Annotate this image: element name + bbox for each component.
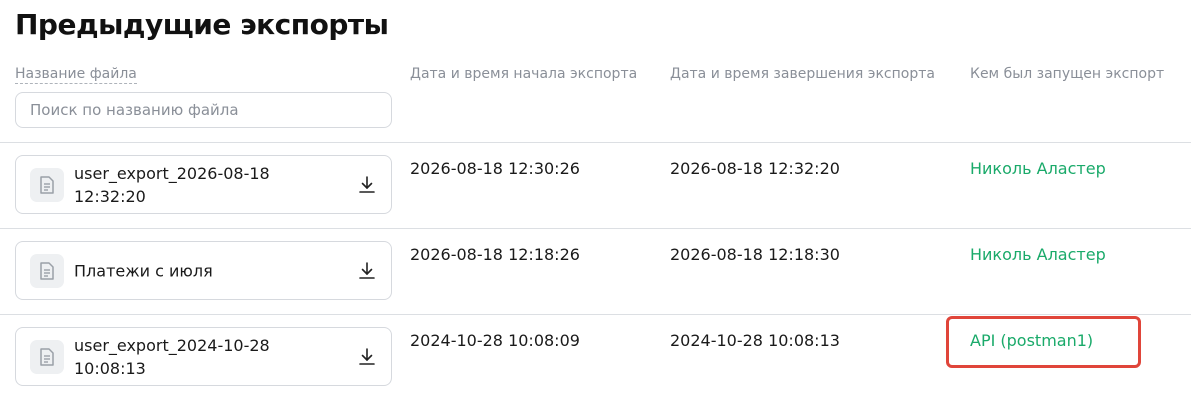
file-name: user_export_2026-08-18 12:32:20 [74,163,270,206]
file-name: Платежи с июля [74,261,213,280]
start-time: 2026-08-18 12:18:26 [410,245,580,264]
start-time: 2024-10-28 10:08:09 [410,331,580,350]
started-by-link[interactable]: Николь Аластер [970,245,1106,265]
download-icon[interactable] [357,347,377,367]
file-name: user_export_2024-10-28 10:08:13 [74,335,270,378]
column-header-started-by: Кем был запущен экспорт [970,66,1165,82]
column-header-file-name[interactable]: Название файла [15,66,137,84]
start-time: 2026-08-18 12:30:26 [410,159,580,178]
file-card[interactable]: Платежи с июля [15,241,392,300]
end-time: 2024-10-28 10:08:13 [670,331,840,350]
file-card[interactable]: user_export_2024-10-28 10:08:13 [15,327,392,386]
document-icon [30,340,64,374]
download-icon[interactable] [357,261,377,281]
download-icon[interactable] [357,175,377,195]
end-time: 2026-08-18 12:18:30 [670,245,840,264]
file-name-search-input[interactable] [15,92,392,128]
table-row: user_export_2026-08-18 12:32:20 2026-08-… [0,143,1199,229]
page-title: Предыдущие экспорты [15,8,389,41]
end-time: 2026-08-18 12:32:20 [670,159,840,178]
table-row: Платежи с июля 2026-08-18 12:18:26 2026-… [0,229,1199,315]
started-by-link[interactable]: API (postman1) [970,331,1093,351]
document-icon [30,168,64,202]
table-row: user_export_2024-10-28 10:08:13 2024-10-… [0,315,1199,401]
started-by-link[interactable]: Николь Аластер [970,159,1106,179]
document-icon [30,254,64,288]
column-header-end-time: Дата и время завершения экспорта [670,66,935,82]
column-header-start-time: Дата и время начала экспорта [410,66,638,82]
file-card[interactable]: user_export_2026-08-18 12:32:20 [15,155,392,214]
